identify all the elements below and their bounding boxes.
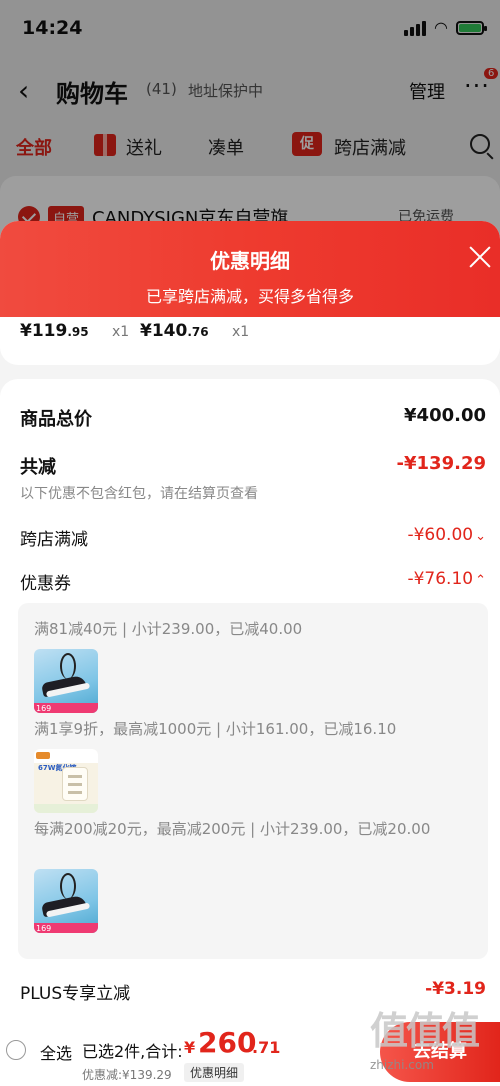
selected-count: 已选2件,合计:	[82, 1042, 183, 1061]
select-all-radio[interactable]	[6, 1040, 26, 1060]
sheet-header: 优惠明细 已享跨店满减，买得多省得多	[0, 221, 500, 327]
total-reduce-value: -¥139.29	[396, 453, 486, 474]
goods-qty: x1	[232, 324, 250, 340]
sheet-title: 优惠明细	[210, 249, 290, 273]
discount-detail-card: 商品总价 ¥400.00 共减 -¥139.29 以下优惠不包含红包，请在结算页…	[0, 379, 500, 1018]
product-thumbnail-charger[interactable]: 67W氮化镓	[34, 749, 98, 813]
cross-store-label: 跨店满减	[20, 530, 88, 550]
watermark-logo: 值值值	[370, 1009, 480, 1053]
sheet-subtitle: 已享跨店满减，买得多省得多	[145, 287, 354, 306]
discount-details-sheet: 优惠明细 已享跨店满减，买得多省得多 ¥119.95 x1 ¥140.76 x1…	[0, 221, 500, 1018]
coupon-row[interactable]: -¥76.10 ⌃	[407, 569, 486, 589]
select-all-label[interactable]: 全选	[40, 1040, 72, 1064]
selected-goods-strip: ¥119.95 x1 ¥140.76 x1	[0, 317, 500, 365]
plus-discount-value: -¥3.19	[425, 979, 486, 999]
discount-details-link[interactable]: 优惠明细	[184, 1063, 245, 1082]
goods-price: ¥119.95	[20, 321, 89, 341]
total-price-label: 商品总价	[20, 409, 92, 430]
close-icon[interactable]	[468, 245, 492, 269]
total-amount-decimal: .71	[252, 1038, 281, 1057]
watermark: 值值值 zhizhi.com	[370, 1000, 500, 1086]
cross-store-row[interactable]: -¥60.00 ⌄	[407, 525, 486, 545]
coupon-rule: 每满200减20元，最高减200元 | 小计239.00，已减20.00	[34, 820, 431, 838]
coupon-rule: 满81减40元 | 小计239.00，已减40.00	[34, 620, 303, 638]
chevron-down-icon: ⌄	[475, 529, 486, 544]
coupon-label: 优惠券	[20, 574, 71, 594]
plus-discount-label: PLUS专享立减	[20, 984, 131, 1004]
coupon-detail-box: 满81减40元 | 小计239.00，已减40.00 169 满1享9折，最高减…	[18, 603, 488, 959]
total-reduce-label: 共减	[20, 457, 56, 478]
discount-summary: 优惠减:¥139.29	[82, 1068, 172, 1082]
coupon-rule: 满1享9折，最高减1000元 | 小计161.00，已减16.10	[34, 720, 397, 738]
reduce-note: 以下优惠不包含红包，请在结算页查看	[20, 486, 258, 502]
chevron-up-icon: ⌃	[475, 573, 486, 588]
watermark-url: zhizhi.com	[370, 1058, 434, 1072]
product-thumbnail-shoe[interactable]: 169	[34, 869, 98, 933]
goods-qty: x1	[112, 324, 130, 340]
total-price-value: ¥400.00	[404, 405, 486, 426]
total-amount: 260	[198, 1026, 257, 1059]
product-thumbnail-shoe[interactable]: 169	[34, 649, 98, 713]
goods-price: ¥140.76	[140, 321, 209, 341]
total-currency: ¥	[184, 1038, 196, 1057]
